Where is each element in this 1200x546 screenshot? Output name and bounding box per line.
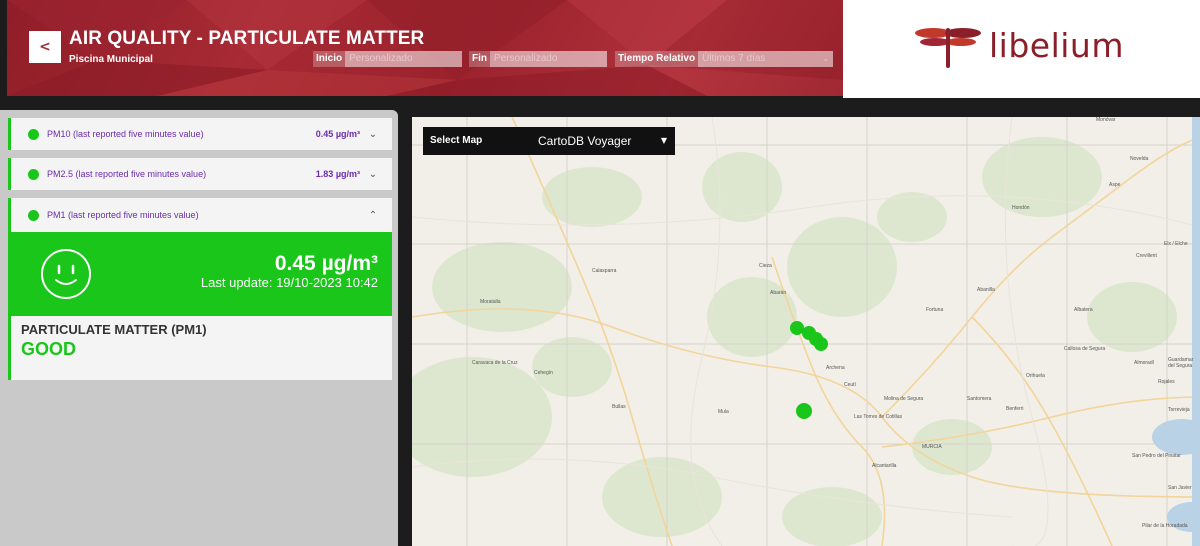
logo-text: libelium <box>989 26 1124 65</box>
map-place-label: Benferri <box>1006 406 1024 412</box>
map-place-label: MURCIA <box>922 444 942 450</box>
end-date-filter[interactable]: Fin Personalizado <box>469 51 607 67</box>
map-place-label: Callosa de Segura <box>1064 346 1106 352</box>
map-place-label: Cieza <box>759 263 772 269</box>
chevron-left-icon: < <box>39 39 51 55</box>
status-dot-icon <box>28 168 39 180</box>
status-dot-icon <box>28 128 39 140</box>
end-date-label: Fin <box>469 51 490 67</box>
map-place-label: Monóvar <box>1096 117 1116 123</box>
station-marker[interactable] <box>790 321 804 335</box>
chevron-down-icon: ⌄ <box>822 54 830 63</box>
relative-time-label: Tiempo Relativo <box>615 51 699 67</box>
map-canvas <box>412 117 1200 546</box>
header-banner: < AIR QUALITY - PARTICULATE MATTER Pisci… <box>7 0 843 96</box>
map-place-label: Bullas <box>612 404 626 410</box>
sensor-panel: PM10 (last reported five minutes value) … <box>0 110 398 546</box>
sensor-label: PM2.5 (last reported five minutes value) <box>47 169 207 179</box>
map-place-label: Calasparra <box>592 268 617 274</box>
map-place-label: Moratalla <box>480 299 501 305</box>
map-place-label: Albatera <box>1074 307 1093 313</box>
map-place-label: Crevillent <box>1136 253 1157 259</box>
relative-time-select[interactable]: Últimos 7 días ⌄ <box>698 51 834 67</box>
map-style-select[interactable]: Select Map CartoDB Voyager ▼ <box>423 127 675 155</box>
sensor-value: 0.45 µg/m³ <box>315 129 360 139</box>
map-select-value: CartoDB Voyager <box>538 134 632 148</box>
page-subtitle: Piscina Municipal <box>69 54 153 65</box>
caret-down-icon: ▼ <box>660 136 667 145</box>
map-place-label: Orihuela <box>1026 373 1045 379</box>
map-place-label: Mula <box>718 409 729 415</box>
map-place-label: Archena <box>826 365 845 371</box>
start-date-label: Inicio <box>313 51 346 67</box>
map-place-label: Aspe <box>1109 182 1121 188</box>
sensor-value: 1.83 µg/m³ <box>315 169 360 179</box>
map-view[interactable]: Cieza Abarán Calasparra Moratalla Carava… <box>412 117 1200 546</box>
sensor-label: PM10 (last reported five minutes value) <box>47 129 204 139</box>
back-button[interactable]: < <box>29 31 61 63</box>
dragonfly-logo-icon <box>915 28 981 68</box>
header: < AIR QUALITY - PARTICULATE MATTER Pisci… <box>0 0 1200 98</box>
map-place-label: Fortuna <box>926 307 944 313</box>
page-title: AIR QUALITY - PARTICULATE MATTER <box>69 28 425 49</box>
start-date-filter[interactable]: Inicio Personalizado <box>313 51 463 67</box>
sensor-card-header[interactable]: PM10 (last reported five minutes value) … <box>11 118 392 150</box>
start-date-field[interactable]: Personalizado <box>345 51 463 67</box>
map-place-label: Guardamar del Segura <box>1168 357 1194 369</box>
map-place-label: Torrevieja <box>1168 407 1190 413</box>
map-place-label: Ceutí <box>844 382 856 388</box>
map-place-label: Hondón <box>1012 205 1030 211</box>
map-place-label: Molina de Segura <box>884 396 924 402</box>
current-value: 0.45 µg/m³ <box>274 252 378 275</box>
map-place-label: Novelda <box>1130 156 1149 162</box>
map-place-label: Caravaca de la Cruz <box>472 360 518 366</box>
map-place-label: Santomera <box>967 396 992 402</box>
map-place-label: Elx / Elche <box>1164 241 1188 247</box>
map-place-label: San Pedro del Pinatar <box>1132 453 1181 459</box>
map-place-label: Abarán <box>770 290 787 296</box>
map-place-label: Abanilla <box>977 287 995 293</box>
chevron-down-icon[interactable]: ⌄ <box>368 169 378 180</box>
sensor-card-header[interactable]: PM2.5 (last reported five minutes value)… <box>11 158 392 190</box>
station-marker[interactable] <box>796 403 812 419</box>
map-place-label: San Javier <box>1168 485 1192 491</box>
map-select-label: Select Map <box>430 135 483 146</box>
relative-time-value: Últimos 7 días <box>702 53 766 64</box>
map-place-label: Rojales <box>1158 379 1175 385</box>
map-vegetation <box>412 137 1177 546</box>
map-place-label: Cehegín <box>534 370 553 376</box>
status-label: GOOD <box>21 339 77 359</box>
map-place-label: Alcantarilla <box>872 463 897 469</box>
chevron-up-icon[interactable]: ⌃ <box>368 210 378 221</box>
end-date-field[interactable]: Personalizado <box>490 51 607 67</box>
sensor-card-header[interactable]: PM1 (last reported five minutes value) ⌃ <box>11 198 392 232</box>
station-marker[interactable] <box>814 337 828 351</box>
map-select-dropdown[interactable]: CartoDB Voyager ▼ <box>533 127 675 155</box>
sensor-card-pm10[interactable]: PM10 (last reported five minutes value) … <box>8 118 392 150</box>
detail-title: PARTICULATE MATTER (PM1) <box>21 322 207 337</box>
map-place-label: Pilar de la Horadada <box>1142 523 1188 529</box>
map-place-label: Almoradí <box>1134 360 1155 366</box>
relative-time-filter[interactable]: Tiempo Relativo Últimos 7 días ⌄ <box>615 51 834 67</box>
status-dot-icon <box>28 209 39 221</box>
map-place-label: Las Torres de Cotillas <box>854 414 902 420</box>
sensor-label: PM1 (last reported five minutes value) <box>47 210 199 220</box>
station-markers <box>790 321 828 419</box>
sensor-card-pm1[interactable]: PM1 (last reported five minutes value) ⌃… <box>8 198 392 380</box>
smiley-icon <box>41 249 91 299</box>
last-update: Last update: 19/10-2023 10:42 <box>200 275 378 290</box>
chevron-down-icon[interactable]: ⌄ <box>368 129 378 140</box>
sensor-card-pm25[interactable]: PM2.5 (last reported five minutes value)… <box>8 158 392 190</box>
sensor-detail-panel: 0.45 µg/m³ Last update: 19/10-2023 10:42 <box>11 232 392 316</box>
